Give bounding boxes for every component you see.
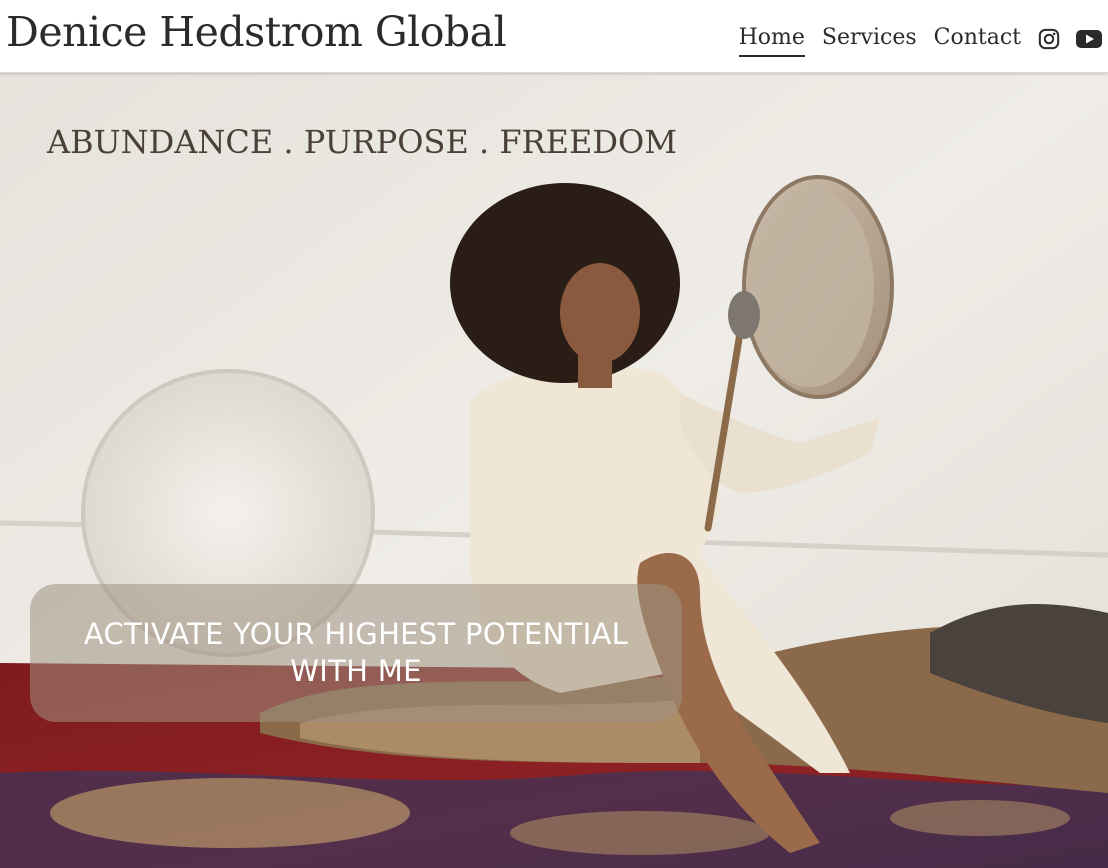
site-brand[interactable]: Denice Hedstrom Global bbox=[6, 8, 507, 56]
nav-home[interactable]: Home bbox=[738, 24, 805, 57]
main-nav: Home Services Contact bbox=[738, 24, 1108, 57]
hero-section: ABUNDANCE . PURPOSE . FREEDOM ACTIVATE Y… bbox=[0, 73, 1108, 868]
nav-contact[interactable]: Contact bbox=[934, 24, 1021, 55]
youtube-icon[interactable] bbox=[1076, 28, 1102, 50]
nav-services[interactable]: Services bbox=[822, 24, 917, 55]
hero-background-image bbox=[0, 73, 1108, 868]
hero-cta-text: ACTIVATE YOUR HIGHEST POTENTIAL WITH ME bbox=[83, 617, 629, 688]
hero-tagline: ABUNDANCE . PURPOSE . FREEDOM bbox=[47, 123, 677, 161]
hero-cta-button[interactable]: ACTIVATE YOUR HIGHEST POTENTIAL WITH ME bbox=[30, 584, 682, 722]
site-header: Denice Hedstrom Global Home Services Con… bbox=[0, 0, 1108, 73]
instagram-icon[interactable] bbox=[1038, 28, 1060, 50]
